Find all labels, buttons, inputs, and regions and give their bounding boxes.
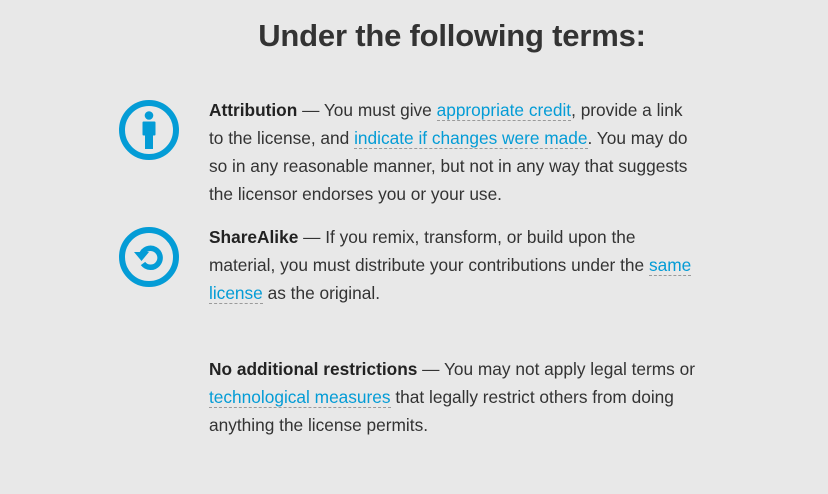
term-title: Attribution <box>209 100 298 120</box>
term-title: ShareAlike <box>209 227 299 247</box>
sharealike-icon <box>117 225 181 289</box>
term-text: — You may not apply legal terms or <box>417 359 695 379</box>
page-title: Under the following terms: <box>258 18 646 53</box>
appropriate-credit-link[interactable]: appropriate credit <box>436 100 572 121</box>
indicate-changes-link[interactable]: indicate if changes were made <box>354 128 588 149</box>
term-text: — You must give <box>297 100 437 120</box>
technological-measures-link[interactable]: technological measures <box>209 387 391 408</box>
term-text: as the original. <box>262 283 380 303</box>
term-title: No additional restrictions <box>209 359 418 379</box>
term-no-additional-restrictions: No additional restrictions — You may not… <box>209 355 699 439</box>
attribution-icon <box>117 98 181 162</box>
term-attribution: Attribution — You must give appropriate … <box>209 96 699 208</box>
term-sharealike: ShareAlike — If you remix, transform, or… <box>209 223 699 307</box>
